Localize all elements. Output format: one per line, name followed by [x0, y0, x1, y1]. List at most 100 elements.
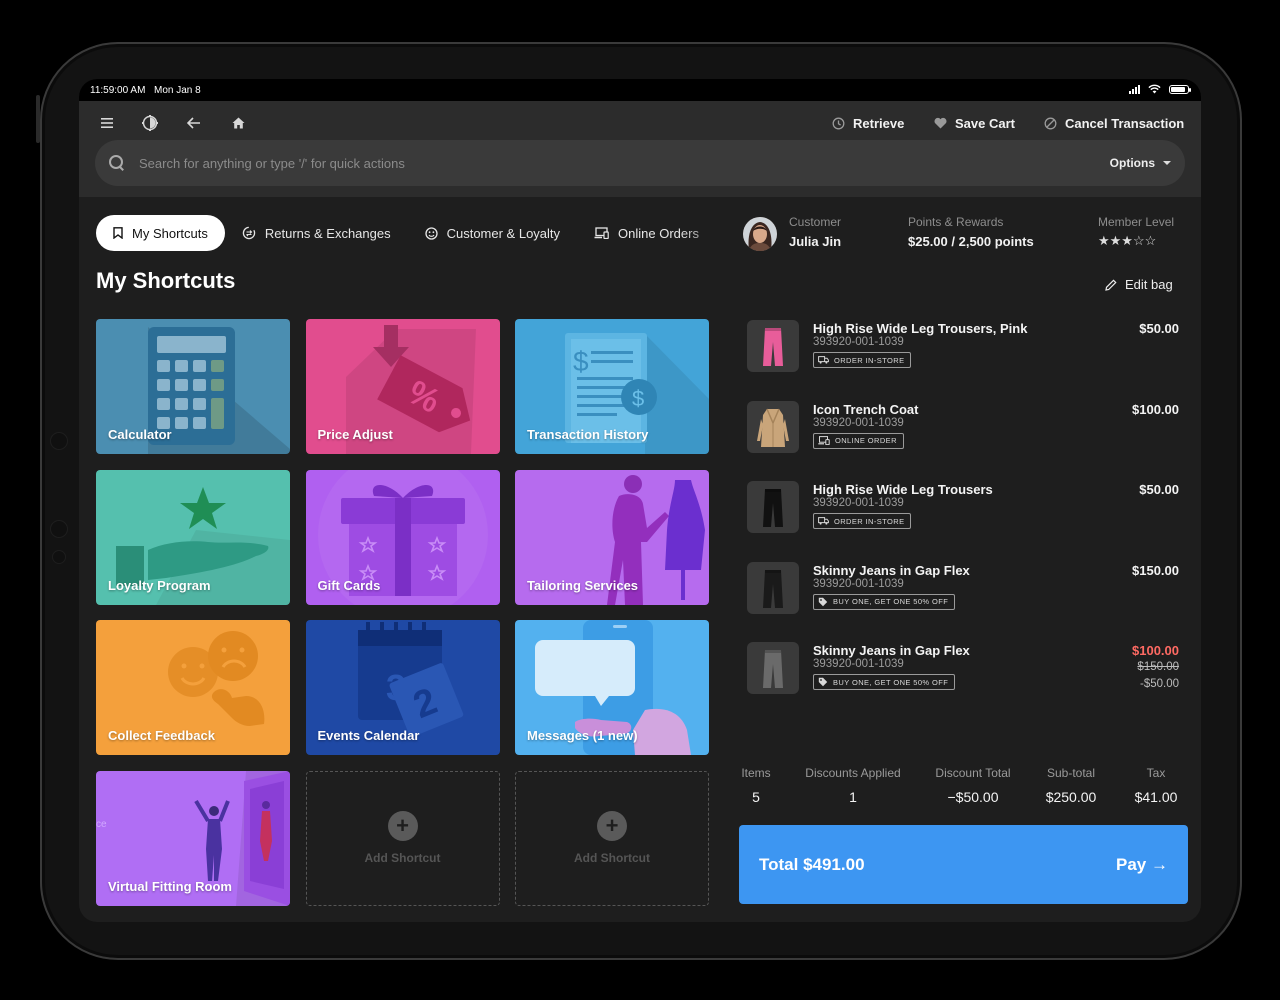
menu-icon[interactable] — [95, 111, 119, 135]
avatar[interactable] — [743, 217, 777, 251]
status-date: Mon Jan 8 — [154, 85, 201, 96]
caret-down-icon — [1163, 161, 1171, 165]
wifi-icon — [1148, 84, 1161, 94]
battery-icon — [1169, 84, 1191, 94]
customer-panel: Customer Julia Jin Points & Rewards $25.… — [739, 215, 1189, 255]
trousers-icon — [763, 328, 783, 366]
product-name: Skinny Jeans in Gap Flex — [813, 562, 970, 578]
tax-value: $41.00 — [1134, 789, 1178, 805]
svg-text:$: $ — [632, 386, 644, 411]
cancel-transaction-label: Cancel Transaction — [1065, 115, 1185, 131]
shortcut-collect-feedback[interactable]: Collect Feedback — [96, 620, 290, 755]
shortcut-transaction-history[interactable]: $ $ Transaction History — [515, 319, 709, 454]
tab-returns-exchanges[interactable]: Returns & Exchanges — [225, 215, 408, 251]
search-bar: Options — [95, 140, 1185, 186]
cancel-transaction-button[interactable]: Cancel Transaction — [1044, 111, 1184, 135]
tab-label: Customer & Loyalty — [446, 225, 561, 241]
product-name: Icon Trench Coat — [813, 401, 919, 417]
customer-name: Julia Jin — [789, 234, 842, 249]
product-price: $100.00 — [1132, 401, 1179, 417]
devices-icon — [594, 227, 609, 239]
discount-amount: -$50.00 — [1139, 678, 1179, 690]
product-sku: 393920-001-1039 — [813, 336, 904, 348]
trousers-icon — [763, 569, 783, 608]
tab-customer-loyalty[interactable]: Customer & Loyalty — [408, 215, 577, 251]
add-shortcut-button[interactable]: + Add Shortcut — [515, 770, 709, 906]
shortcut-events-calendar[interactable]: 3 2 Events Calendar — [305, 620, 500, 755]
cart-item[interactable]: Skinny Jeans in Gap Flex 393920-001-1039 B… — [747, 561, 1179, 642]
cart-item[interactable]: Icon Trench Coat 393920-001-1039 ONLINE OR… — [747, 400, 1179, 481]
tag-label: BUY ONE, GET ONE 50% OFF — [833, 677, 949, 687]
product-sku: 393920-001-1039 — [813, 658, 904, 670]
shortcut-virtual-fitting-room[interactable]: ce Virtual Fitting Room — [96, 770, 290, 906]
member-level-label: Member Level — [1098, 215, 1175, 229]
device-sensor — [52, 550, 66, 564]
svg-text:$: $ — [573, 346, 589, 377]
shortcut-label: Virtual Fitting Room — [108, 878, 232, 894]
cart-item[interactable]: High Rise Wide Leg Trousers 393920-001-10… — [747, 480, 1179, 561]
items-value: 5 — [752, 789, 760, 805]
edit-bag-label: Edit bag — [1125, 277, 1173, 292]
shortcut-messages[interactable]: Messages (1 new) — [515, 620, 709, 755]
home-icon[interactable] — [226, 111, 250, 135]
devices-icon — [818, 436, 830, 445]
back-arrow-icon[interactable] — [182, 111, 206, 135]
add-shortcut-button[interactable]: + Add Shortcut — [305, 770, 500, 906]
app-screen: 11:59:00 AM Mon Jan 8 Retrieve Save Cart… — [79, 79, 1201, 922]
shortcut-tailoring-services[interactable]: Tailoring Services — [515, 469, 709, 605]
product-price: $50.00 — [1139, 321, 1179, 336]
fulfillment-tag: ORDER IN-STORE — [813, 513, 912, 529]
cart-item[interactable]: High Rise Wide Leg Trousers, Pink 393920-… — [747, 319, 1179, 400]
pencil-icon — [1105, 278, 1117, 291]
history-icon — [832, 117, 845, 129]
product-thumbnail — [747, 481, 799, 533]
tag-label: ORDER IN-STORE — [834, 516, 905, 526]
tag-icon — [818, 597, 828, 606]
options-dropdown[interactable]: Options — [1110, 156, 1171, 170]
product-name: High Rise Wide Leg Trousers, Pink — [813, 321, 1028, 336]
tag-icon — [818, 677, 828, 687]
shortcut-calculator[interactable]: Calculator — [96, 319, 290, 454]
fulfillment-tag: ONLINE ORDER — [813, 432, 904, 449]
shortcut-loyalty-program[interactable]: Loyalty Program — [96, 469, 290, 605]
retrieve-button[interactable]: Retrieve — [832, 111, 904, 135]
plus-icon: + — [597, 811, 627, 841]
shortcut-label: Gift Cards — [317, 577, 381, 593]
edit-bag-button[interactable]: Edit bag — [1105, 277, 1173, 292]
coat-icon — [757, 408, 789, 447]
tax-label: Tax — [1146, 766, 1166, 780]
theme-icon[interactable] — [138, 111, 162, 135]
options-label: Options — [1109, 156, 1155, 170]
discounts-applied-label: Discounts Applied — [805, 766, 901, 780]
search-input[interactable] — [139, 155, 1110, 171]
product-sku: 393920-001-1039 — [813, 577, 904, 590]
shortcut-label: Messages (1 new) — [527, 728, 638, 743]
tabs-overflow-fade — [679, 215, 739, 251]
product-thumbnail — [747, 400, 799, 453]
shortcut-label: Price Adjust — [317, 427, 393, 442]
save-cart-button[interactable]: Save Cart — [934, 111, 1015, 135]
tab-my-shortcuts[interactable]: My Shortcuts — [96, 215, 225, 251]
bookmark-icon — [113, 227, 123, 239]
pay-button[interactable]: Total $491.00 Pay → — [739, 825, 1188, 904]
add-shortcut-label: Add Shortcut — [574, 851, 650, 865]
items-label: Items — [741, 766, 771, 780]
cancel-icon — [1044, 117, 1057, 129]
search-icon — [109, 155, 125, 171]
shortcut-grid: Calculator % Price Adjust $ $ Transactio… — [96, 319, 709, 906]
cart-item[interactable]: Skinny Jeans in Gap Flex 393920-001-1039 B… — [747, 641, 1179, 722]
status-bar: 11:59:00 AM Mon Jan 8 — [79, 79, 1201, 101]
shortcut-label: Loyalty Program — [108, 577, 211, 593]
discount-total-label: Discount Total — [935, 766, 1011, 780]
truck-icon — [818, 517, 829, 525]
shortcut-gift-cards[interactable]: Gift Cards — [305, 469, 500, 605]
product-sku: 393920-001-1039 — [813, 497, 904, 509]
original-price: $150.00 — [1137, 661, 1179, 673]
product-thumbnail — [747, 561, 799, 614]
page-title: My Shortcuts — [96, 268, 236, 293]
points-value: $25.00 / 2,500 points — [908, 234, 1034, 249]
shortcut-price-adjust[interactable]: % Price Adjust — [305, 319, 500, 454]
device-sensor — [50, 432, 68, 450]
retrieve-label: Retrieve — [853, 115, 905, 131]
cart-list: High Rise Wide Leg Trousers, Pink 393920-… — [747, 319, 1179, 722]
